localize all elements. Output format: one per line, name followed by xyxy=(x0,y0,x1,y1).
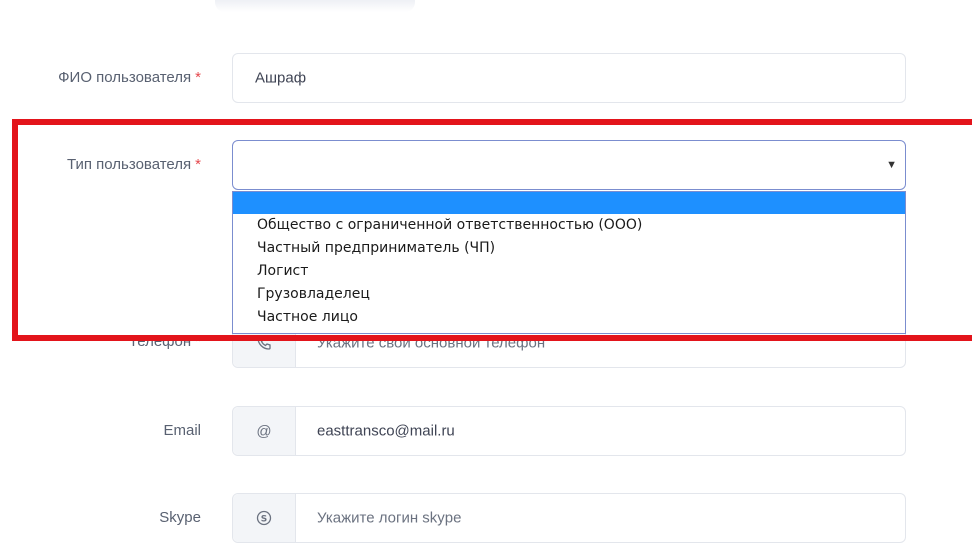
required-mark: * xyxy=(195,156,201,173)
phone-placeholder: Укажите свой основной телефон xyxy=(317,334,546,352)
name-label-text: ФИО пользователя xyxy=(58,69,192,86)
phone-icon xyxy=(256,335,272,351)
user-type-dropdown-list: Общество с ограниченной ответственностью… xyxy=(232,191,906,334)
at-icon: @ xyxy=(256,422,272,440)
name-input[interactable]: Ашраф xyxy=(232,53,906,103)
dropdown-option-empty[interactable] xyxy=(233,192,905,214)
required-mark: * xyxy=(195,69,201,86)
skype-icon: S xyxy=(256,510,272,526)
skype-label-text: Skype xyxy=(159,509,201,526)
svg-text:S: S xyxy=(261,515,267,525)
email-input-value: easttransco@mail.ru xyxy=(317,422,455,440)
skype-addon: S xyxy=(233,494,296,542)
phone-label-text: Телефон xyxy=(128,333,192,350)
name-field-label: ФИО пользователя * xyxy=(58,69,201,86)
dropdown-option-chp[interactable]: Частный предприниматель (ЧП) xyxy=(233,237,905,260)
dropdown-option-ooo[interactable]: Общество с ограниченной ответственностью… xyxy=(233,214,905,237)
dropdown-arrow-icon[interactable]: ▼ xyxy=(886,159,897,171)
top-fade-decoration xyxy=(215,0,415,12)
email-input[interactable]: @ easttransco@mail.ru xyxy=(232,406,906,456)
user-type-label-text: Тип пользователя xyxy=(66,156,192,173)
dropdown-option-logist[interactable]: Логист xyxy=(233,260,905,283)
skype-field-label: Skype xyxy=(159,509,201,526)
email-field-label: Email xyxy=(163,422,201,439)
dropdown-option-cargo-owner[interactable]: Грузовладелец xyxy=(233,283,905,306)
name-input-value: Ашраф xyxy=(255,69,307,87)
user-type-select[interactable]: ▼ xyxy=(232,140,906,190)
user-type-field-label: Тип пользователя * xyxy=(67,156,201,173)
skype-placeholder: Укажите логин skype xyxy=(317,509,462,527)
skype-input[interactable]: S Укажите логин skype xyxy=(232,493,906,543)
email-addon: @ xyxy=(233,407,296,455)
email-label-text: Email xyxy=(163,422,201,439)
phone-field-label: Телефон * xyxy=(129,333,201,350)
dropdown-option-individual[interactable]: Частное лицо xyxy=(233,306,905,329)
required-mark: * xyxy=(195,333,201,350)
